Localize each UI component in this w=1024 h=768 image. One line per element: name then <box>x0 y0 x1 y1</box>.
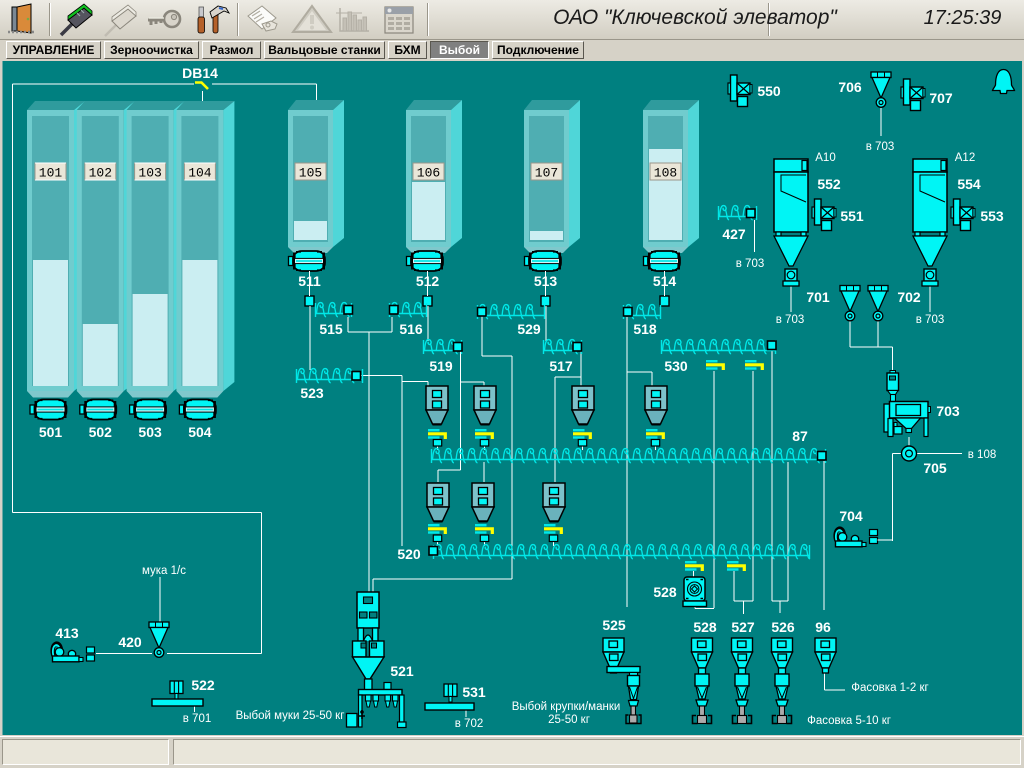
svg-text:528: 528 <box>693 619 717 635</box>
svg-text:101: 101 <box>39 166 63 181</box>
svg-text:в 703: в 703 <box>916 314 945 326</box>
svg-text:520: 520 <box>397 546 421 562</box>
svg-text:517: 517 <box>549 358 573 374</box>
svg-text:518: 518 <box>633 321 657 337</box>
svg-text:в 703: в 703 <box>866 141 895 153</box>
svg-text:550: 550 <box>757 83 781 99</box>
svg-text:25-50 кг: 25-50 кг <box>548 714 590 726</box>
svg-text:521: 521 <box>390 663 414 679</box>
svg-text:551: 551 <box>840 208 864 224</box>
svg-text:703: 703 <box>936 403 960 419</box>
svg-text:523: 523 <box>300 385 324 401</box>
svg-text:519: 519 <box>429 358 453 374</box>
svg-text:504: 504 <box>188 424 212 440</box>
svg-text:502: 502 <box>89 424 113 440</box>
svg-text:704: 704 <box>839 508 863 524</box>
svg-text:в 108: в 108 <box>968 449 997 461</box>
svg-text:A12: A12 <box>955 152 975 164</box>
svg-text:102: 102 <box>89 166 112 181</box>
svg-text:525: 525 <box>602 617 626 633</box>
svg-text:Фасовка 1-2 кг: Фасовка 1-2 кг <box>851 682 928 694</box>
svg-text:527: 527 <box>731 619 755 635</box>
svg-text:552: 552 <box>817 176 841 192</box>
svg-text:Фасовка 5-10 кг: Фасовка 5-10 кг <box>807 715 891 727</box>
svg-text:528: 528 <box>653 584 677 600</box>
svg-text:702: 702 <box>897 289 921 305</box>
svg-text:701: 701 <box>806 289 830 305</box>
svg-text:103: 103 <box>138 166 161 181</box>
svg-text:705: 705 <box>923 460 947 476</box>
svg-text:553: 553 <box>980 208 1004 224</box>
svg-text:105: 105 <box>299 166 322 181</box>
svg-text:87: 87 <box>792 428 808 444</box>
svg-text:в 703: в 703 <box>776 314 805 326</box>
svg-text:108: 108 <box>654 166 677 181</box>
svg-text:522: 522 <box>191 677 215 693</box>
svg-text:107: 107 <box>535 166 558 181</box>
svg-text:в 701: в 701 <box>183 713 212 725</box>
svg-text:A10: A10 <box>815 152 835 164</box>
svg-text:515: 515 <box>319 321 343 337</box>
svg-text:501: 501 <box>39 424 63 440</box>
svg-text:503: 503 <box>138 424 162 440</box>
svg-text:106: 106 <box>417 166 440 181</box>
svg-text:104: 104 <box>188 166 212 181</box>
svg-text:526: 526 <box>771 619 795 635</box>
svg-text:420: 420 <box>118 634 142 650</box>
svg-text:мука 1/с: мука 1/с <box>142 565 186 577</box>
svg-text:в 702: в 702 <box>455 718 484 730</box>
svg-text:Выбой муки 25-50 кг: Выбой муки 25-50 кг <box>236 710 345 722</box>
svg-text:529: 529 <box>517 321 541 337</box>
svg-text:96: 96 <box>815 619 831 635</box>
svg-text:554: 554 <box>957 176 981 192</box>
svg-text:427: 427 <box>722 226 746 242</box>
svg-text:530: 530 <box>664 358 688 374</box>
svg-text:707: 707 <box>929 90 953 106</box>
svg-text:DB14: DB14 <box>182 65 218 81</box>
svg-text:516: 516 <box>399 321 423 337</box>
svg-text:Выбой крупки/манки: Выбой крупки/манки <box>512 701 621 713</box>
svg-text:413: 413 <box>55 625 79 641</box>
svg-text:706: 706 <box>838 79 862 95</box>
svg-text:в 703: в 703 <box>736 258 765 270</box>
svg-text:531: 531 <box>462 684 486 700</box>
